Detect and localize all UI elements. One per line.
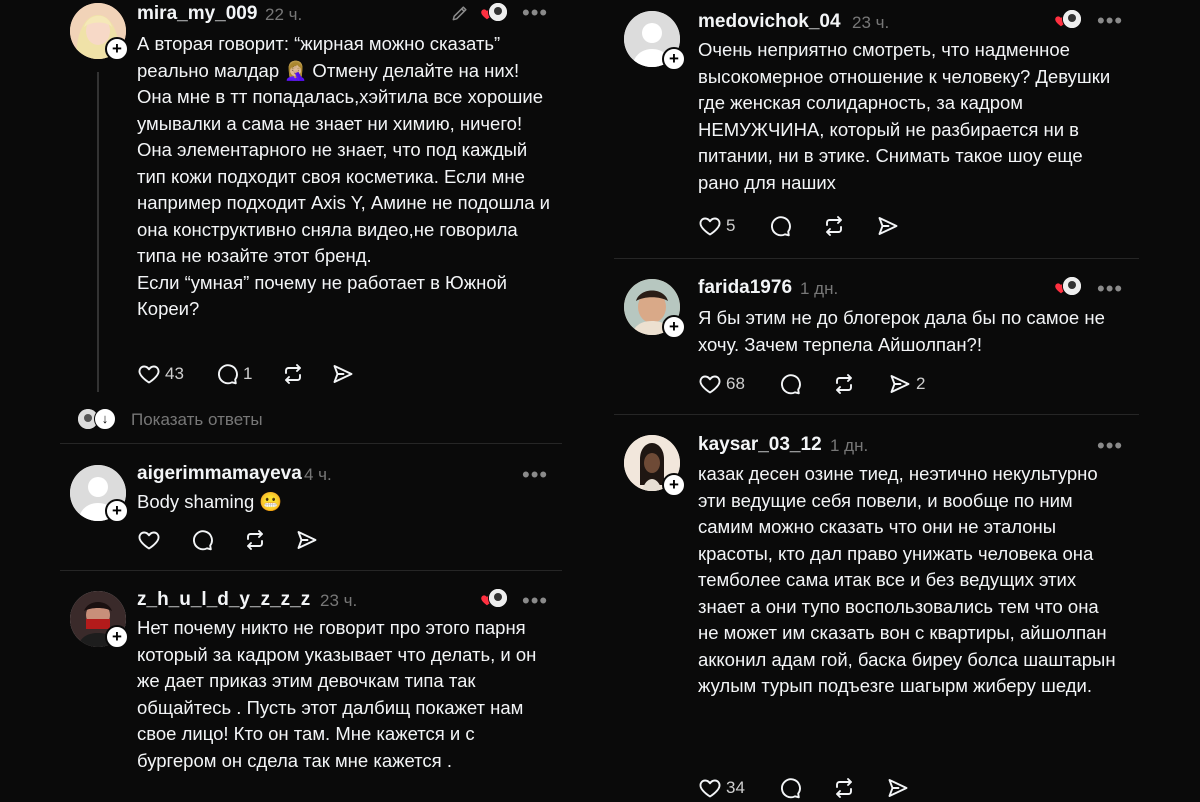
divider bbox=[614, 258, 1139, 259]
comment-icon bbox=[215, 362, 239, 386]
like-button[interactable]: 34 bbox=[698, 774, 745, 802]
like-button[interactable]: 5 bbox=[698, 212, 735, 240]
repost-icon bbox=[822, 214, 846, 238]
post-time: 22 ч. bbox=[265, 5, 303, 24]
post-aigerim: + aigerimmamayeva 4 ч. ••• Body shaming … bbox=[60, 462, 562, 566]
repost-icon bbox=[243, 528, 267, 552]
arrow-down-icon: ↓ bbox=[94, 408, 116, 430]
more-options-icon[interactable]: ••• bbox=[522, 464, 548, 486]
more-options-icon[interactable]: ••• bbox=[1097, 278, 1123, 300]
show-replies-link[interactable]: Показать ответы bbox=[131, 410, 263, 430]
heart-icon bbox=[698, 214, 722, 238]
more-options-icon[interactable]: ••• bbox=[1097, 10, 1123, 32]
reply-button[interactable] bbox=[778, 370, 802, 398]
reply-avatars: ↓ bbox=[78, 406, 118, 432]
more-options-icon[interactable]: ••• bbox=[522, 2, 548, 24]
thread-line bbox=[97, 72, 99, 392]
like-button[interactable]: 68 bbox=[698, 370, 745, 398]
follow-plus-icon[interactable]: + bbox=[105, 499, 129, 523]
post-text: Body shaming 😬 bbox=[137, 491, 283, 512]
comment-icon bbox=[778, 776, 802, 800]
more-options-icon[interactable]: ••• bbox=[522, 590, 548, 612]
post-time: 4 ч. bbox=[304, 465, 332, 484]
post-text: Нет почему никто не говорит про этого па… bbox=[137, 617, 537, 771]
share-button[interactable]: 2 bbox=[888, 370, 925, 398]
divider bbox=[60, 570, 562, 571]
heart-icon bbox=[137, 362, 161, 386]
post-kaysar: + kaysar_03_12 1 дн. ••• казак десен ози… bbox=[614, 432, 1139, 800]
comment-icon bbox=[778, 372, 802, 396]
username[interactable]: z_h_u_l_d_y_z_z_z bbox=[137, 589, 310, 611]
like-count: 68 bbox=[726, 374, 745, 393]
share-icon bbox=[295, 528, 319, 552]
reply-button[interactable] bbox=[768, 212, 792, 240]
repost-icon bbox=[832, 372, 856, 396]
more-options-icon[interactable]: ••• bbox=[1097, 435, 1123, 457]
right-column: + medovichok_04 23 ч. ••• Очень неприятн… bbox=[614, 0, 1139, 800]
like-count: 5 bbox=[726, 216, 736, 235]
like-count: 34 bbox=[726, 778, 745, 797]
share-button[interactable] bbox=[886, 774, 910, 802]
follow-plus-icon[interactable]: + bbox=[105, 37, 129, 61]
username[interactable]: aigerimmamayeva bbox=[137, 463, 302, 485]
share-count: 2 bbox=[916, 374, 926, 393]
divider bbox=[614, 414, 1139, 415]
repost-button[interactable] bbox=[832, 370, 856, 398]
like-button[interactable] bbox=[137, 526, 161, 554]
username[interactable]: farida1976 bbox=[698, 277, 792, 299]
post-medovichok: + medovichok_04 23 ч. ••• Очень неприятн… bbox=[614, 0, 1139, 256]
liked-by-author-icon bbox=[480, 588, 508, 610]
follow-plus-icon[interactable]: + bbox=[662, 473, 686, 497]
liked-by-author-icon bbox=[1054, 276, 1082, 298]
repost-button[interactable] bbox=[281, 360, 305, 388]
post-time: 1 дн. bbox=[830, 436, 869, 455]
comment-icon bbox=[768, 214, 792, 238]
edit-icon[interactable] bbox=[450, 3, 470, 23]
heart-icon bbox=[698, 776, 722, 800]
post-text: Очень неприятно смотреть, что надменное … bbox=[698, 39, 1111, 193]
post-mira: + mira_my_009 22 ч. ••• А вторая говорит… bbox=[60, 0, 562, 444]
post-text: А вторая говорит: “жирная можно сказать”… bbox=[137, 33, 550, 319]
like-count: 43 bbox=[165, 364, 184, 383]
post-text: Я бы этим не до блогерок дала бы по само… bbox=[698, 307, 1105, 355]
username[interactable]: mira_my_009 bbox=[137, 3, 257, 25]
share-icon bbox=[876, 214, 900, 238]
like-button[interactable]: 43 bbox=[137, 360, 184, 388]
reply-button[interactable]: 1 bbox=[215, 360, 252, 388]
divider bbox=[60, 443, 562, 444]
share-button[interactable] bbox=[331, 360, 355, 388]
heart-icon bbox=[698, 372, 722, 396]
share-icon bbox=[886, 776, 910, 800]
share-icon bbox=[331, 362, 355, 386]
reply-button[interactable] bbox=[778, 774, 802, 802]
follow-plus-icon[interactable]: + bbox=[662, 47, 686, 71]
post-time: 1 дн. bbox=[800, 279, 839, 298]
share-icon bbox=[888, 372, 912, 396]
post-zhuldyz: + z_h_u_l_d_y_z_z_z 23 ч. ••• Нет почему… bbox=[60, 588, 562, 800]
comment-icon bbox=[190, 528, 214, 552]
post-time: 23 ч. bbox=[852, 13, 890, 32]
repost-icon bbox=[281, 362, 305, 386]
reply-count: 1 bbox=[243, 364, 253, 383]
liked-by-author-icon bbox=[1054, 9, 1082, 31]
post-text: казак десен озине тиед, неэтично некульт… bbox=[698, 463, 1116, 696]
left-column: + mira_my_009 22 ч. ••• А вторая говорит… bbox=[60, 0, 562, 800]
reply-button[interactable] bbox=[190, 526, 214, 554]
liked-by-author-icon bbox=[480, 2, 508, 24]
post-time: 23 ч. bbox=[320, 591, 358, 610]
repost-button[interactable] bbox=[832, 774, 856, 802]
share-button[interactable] bbox=[295, 526, 319, 554]
repost-button[interactable] bbox=[243, 526, 267, 554]
heart-icon bbox=[137, 528, 161, 552]
follow-plus-icon[interactable]: + bbox=[105, 625, 129, 649]
repost-icon bbox=[832, 776, 856, 800]
username[interactable]: kaysar_03_12 bbox=[698, 434, 822, 456]
username[interactable]: medovichok_04 bbox=[698, 11, 841, 33]
share-button[interactable] bbox=[876, 212, 900, 240]
repost-button[interactable] bbox=[822, 212, 846, 240]
follow-plus-icon[interactable]: + bbox=[662, 315, 686, 339]
post-farida: + farida1976 1 дн. ••• Я бы этим не до б… bbox=[614, 276, 1139, 410]
